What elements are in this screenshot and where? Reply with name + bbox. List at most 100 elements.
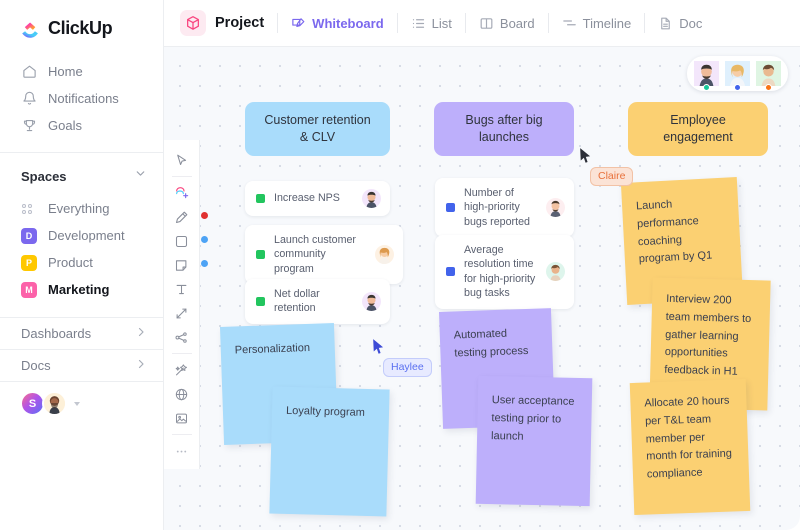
column-header-label: Customer retention & CLV [264,113,371,144]
sidebar-item-docs[interactable]: Docs [0,349,163,381]
sticky-note-label: Personalization [234,341,311,357]
status-square [256,194,265,203]
divider [644,13,646,33]
connector-tool[interactable] [167,301,197,325]
avatar[interactable] [42,391,67,416]
sticky-note-loyalty-program[interactable]: Loyalty program [269,386,390,517]
magic-tool[interactable] [167,358,197,382]
sidebar-item-development[interactable]: D Development [0,222,163,249]
status-square [256,296,265,306]
task-card-label: Launch customer community program [274,234,356,275]
sidebar-item-marketing-label: Marketing [48,282,110,297]
doc-icon [658,16,673,31]
brand-logo[interactable]: ClickUp [0,0,163,55]
sticky-note-user-acceptance-testing[interactable]: User acceptance testing prior to launch [475,375,593,507]
status-square [446,267,455,277]
shape-tool[interactable] [167,229,208,253]
divider [396,13,398,33]
shape-color-dot[interactable] [200,236,208,243]
whiteboard-canvas[interactable]: Customer retention & CLV Increase NPS La… [164,47,800,530]
collaborator-avatar-1[interactable] [694,61,719,91]
task-card-label: Number of high-priority bugs reported [464,187,530,228]
embed-tool[interactable] [167,382,197,406]
sidebar-item-everything-label: Everything [48,201,110,216]
task-card-label: Increase NPS [274,192,340,205]
task-card[interactable]: Launch customer community program [245,225,403,285]
avatar[interactable] [375,245,394,265]
tab-timeline[interactable]: Timeline [562,16,631,31]
tab-board[interactable]: Board [479,16,535,31]
task-card[interactable]: Average resolution time for high-priorit… [435,235,574,309]
avatar[interactable] [362,291,381,311]
avatar[interactable] [546,262,565,282]
collaborator-avatar-2[interactable] [725,61,750,91]
column-header-label: Employee engagement [663,113,733,144]
task-card[interactable]: Number of high-priority bugs reported [435,178,574,238]
spaces-section-header[interactable]: Spaces [0,153,163,195]
sticky-note-tool[interactable] [167,253,208,277]
divider [464,13,466,33]
column-header-customer-retention[interactable]: Customer retention & CLV [245,102,390,156]
sticky-note-label: Loyalty program [285,404,366,419]
sticky-color-dot[interactable] [200,260,208,267]
sticker-tool[interactable] [167,181,197,205]
sticky-note-allocate-20-hours[interactable]: Allocate 20 hours per T&L team member pe… [629,379,751,515]
task-card-label: Average resolution time for high-priorit… [464,244,536,300]
space-badge-product: P [21,254,37,271]
caret-down-icon[interactable] [74,401,80,406]
sidebar-item-dashboards-label: Dashboards [21,326,92,341]
collaborator-avatar-3[interactable] [756,61,781,91]
sidebar-item-product[interactable]: P Product [0,249,163,276]
tab-whiteboard-label: Whiteboard [312,15,384,31]
column-header-employee-engagement[interactable]: Employee engagement [628,102,768,156]
sidebar-item-notifications-label: Notifications [48,91,119,106]
whiteboard-icon [291,16,306,31]
sticky-note-label: Allocate 20 hours per T&L team member pe… [644,394,733,481]
pen-color-dot[interactable] [200,212,208,219]
tab-doc[interactable]: Doc [658,16,702,31]
sidebar-item-goals[interactable]: Goals [0,112,163,139]
sticky-note-label: Interview 200 team members to gather lea… [664,292,752,378]
cursor-pointer-icon [580,148,591,163]
image-tool[interactable] [167,406,197,430]
divider [171,434,192,435]
avatar[interactable] [546,198,565,218]
sidebar-item-dashboards[interactable]: Dashboards [0,317,163,349]
project-title: Project [215,15,265,31]
space-badge-marketing: M [21,281,37,298]
mindmap-tool[interactable] [167,325,197,349]
divider [277,13,279,33]
status-square [446,203,455,213]
clickup-whiteboard-app: ClickUp Home Notifications Goals Spaces … [0,0,800,530]
tab-board-label: Board [499,15,535,31]
task-card[interactable]: Net dollar retention [245,279,390,324]
sidebar-item-marketing[interactable]: M Marketing [0,276,163,303]
text-tool[interactable] [167,277,197,301]
collaborator-avatar-stack[interactable] [687,56,788,91]
sidebar-item-notifications[interactable]: Notifications [0,85,163,112]
spaces-title: Spaces [21,168,67,184]
sidebar-item-home[interactable]: Home [0,58,163,85]
avatar [756,61,781,86]
home-icon [21,64,37,80]
sidebar-item-everything[interactable]: Everything [0,195,163,222]
column-header-bugs-after-big-launches[interactable]: Bugs after big launches [434,102,574,156]
more-tool[interactable] [167,439,197,463]
chevron-down-icon[interactable] [134,167,147,185]
sidebar-item-home-label: Home [48,64,83,79]
sidebar: ClickUp Home Notifications Goals Spaces … [0,0,164,530]
remote-cursor-label: Claire [590,167,634,186]
task-card[interactable]: Increase NPS [245,181,390,216]
sidebar-item-docs-label: Docs [21,358,51,373]
sticky-note-label: User acceptance testing prior to launch [490,394,575,443]
column-header-label: Bugs after big launches [465,113,543,144]
sidebar-user-row[interactable]: S [0,382,163,416]
avatar[interactable] [362,189,381,208]
status-dot [703,84,710,91]
tab-list[interactable]: List [411,16,452,31]
select-cursor-tool[interactable] [167,148,197,172]
pen-tool[interactable] [167,205,208,229]
tab-whiteboard[interactable]: Whiteboard [291,16,384,31]
clickup-logo-icon [20,18,41,39]
divider [171,176,192,177]
